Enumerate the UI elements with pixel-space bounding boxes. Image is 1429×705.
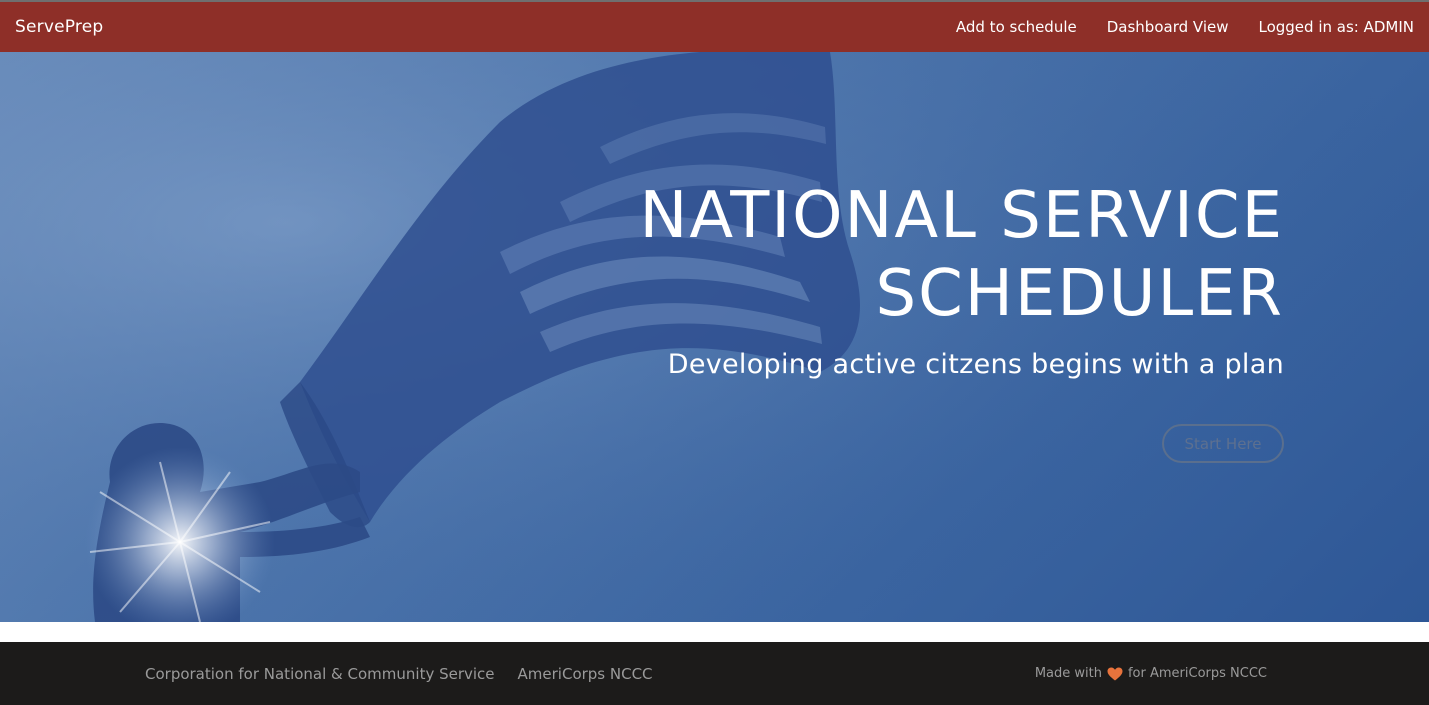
hero-section: NATIONAL SERVICE SCHEDULER Developing ac… [0, 52, 1429, 622]
top-navbar: ServePrep Add to schedule Dashboard View… [0, 0, 1429, 52]
footer-link-cncs[interactable]: Corporation for National & Community Ser… [145, 665, 495, 683]
made-with-suffix: for AmeriCorps NCCC [1127, 666, 1267, 681]
footer-link-americorps-nccc[interactable]: AmeriCorps NCCC [518, 665, 653, 683]
nav-links: Add to schedule Dashboard View Logged in… [926, 18, 1414, 36]
heart-icon [1107, 667, 1123, 681]
section-spacer [0, 622, 1429, 642]
hero-title-line-1: NATIONAL SERVICE [639, 179, 1284, 253]
nav-dashboard-view[interactable]: Dashboard View [1107, 18, 1229, 36]
nav-add-to-schedule[interactable]: Add to schedule [956, 18, 1077, 36]
made-with-prefix: Made with [1034, 666, 1102, 681]
hero-title: NATIONAL SERVICE SCHEDULER [464, 177, 1284, 333]
brand-link[interactable]: ServePrep [15, 17, 103, 37]
hero-content: NATIONAL SERVICE SCHEDULER Developing ac… [464, 177, 1284, 380]
nav-logged-in-user[interactable]: Logged in as: ADMIN [1258, 18, 1414, 36]
made-with-love-note: Made with for AmeriCorps NCCC [1035, 666, 1267, 681]
start-here-button[interactable]: Start Here [1162, 424, 1284, 463]
hero-subtitle: Developing active citzens begins with a … [667, 349, 1284, 380]
page-footer: Corporation for National & Community Ser… [0, 642, 1429, 705]
hero-title-line-2: SCHEDULER [875, 257, 1284, 331]
footer-links: Corporation for National & Community Ser… [145, 665, 676, 683]
